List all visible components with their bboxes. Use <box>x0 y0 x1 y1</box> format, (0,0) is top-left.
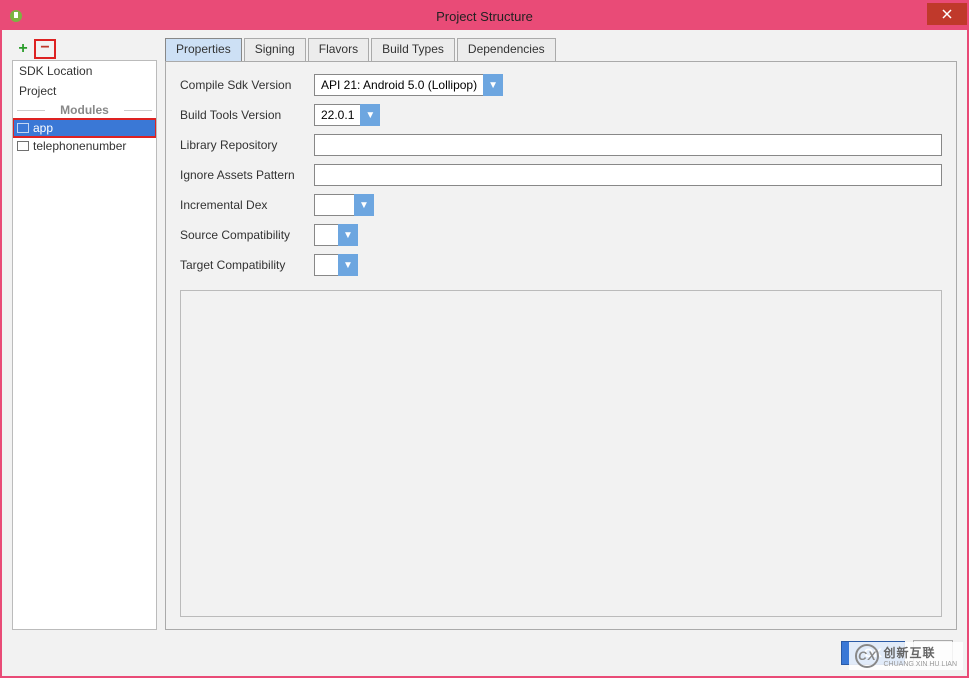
build-tools-combo[interactable]: 22.0.1 ▼ <box>314 104 380 126</box>
watermark-sub: CHUANG XIN HU LIAN <box>883 661 957 668</box>
row-build-tools: Build Tools Version 22.0.1 ▼ <box>180 104 942 126</box>
compile-sdk-label: Compile Sdk Version <box>180 78 310 92</box>
tab-signing[interactable]: Signing <box>244 38 306 62</box>
build-tools-label: Build Tools Version <box>180 108 310 122</box>
chevron-down-icon: ▼ <box>338 254 358 276</box>
row-source-compat: Source Compatibility ▼ <box>180 224 942 246</box>
dialog-footer: OK CX 创新互联 CHUANG XIN HU LIAN <box>2 630 967 676</box>
module-label: app <box>33 121 53 135</box>
compile-sdk-value: API 21: Android 5.0 (Lollipop) <box>314 74 483 96</box>
ignore-assets-input[interactable] <box>314 164 942 186</box>
row-library-repo: Library Repository <box>180 134 942 156</box>
tab-flavors[interactable]: Flavors <box>308 38 369 62</box>
library-repo-input[interactable] <box>314 134 942 156</box>
module-app[interactable]: app <box>13 119 156 137</box>
tab-dependencies[interactable]: Dependencies <box>457 38 556 62</box>
module-icon <box>17 123 29 133</box>
android-studio-icon <box>6 6 26 26</box>
watermark-logo-icon: CX <box>855 644 879 668</box>
target-compat-label: Target Compatibility <box>180 258 310 272</box>
row-incremental-dex: Incremental Dex ▼ <box>180 194 942 216</box>
incremental-dex-value <box>314 194 354 216</box>
source-compat-value <box>314 224 338 246</box>
main-panel: Properties Signing Flavors Build Types D… <box>165 38 957 630</box>
sidebar: + − SDK Location Project Modules app tel… <box>12 38 157 630</box>
incremental-dex-label: Incremental Dex <box>180 198 310 212</box>
module-telephonenumber[interactable]: telephonenumber <box>13 137 156 155</box>
chevron-down-icon: ▼ <box>483 74 503 96</box>
sidebar-section-modules: Modules <box>13 101 156 119</box>
properties-panel: Compile Sdk Version API 21: Android 5.0 … <box>165 61 957 630</box>
close-button[interactable] <box>927 3 967 25</box>
watermark-text: 创新互联 <box>883 646 935 660</box>
tab-build-types[interactable]: Build Types <box>371 38 455 62</box>
source-compat-label: Source Compatibility <box>180 228 310 242</box>
row-compile-sdk: Compile Sdk Version API 21: Android 5.0 … <box>180 74 942 96</box>
tab-properties[interactable]: Properties <box>165 38 242 62</box>
sidebar-toolbar: + − <box>12 38 157 60</box>
sidebar-list: SDK Location Project Modules app telepho… <box>12 60 157 630</box>
tab-bar: Properties Signing Flavors Build Types D… <box>165 38 957 62</box>
module-icon <box>17 141 29 151</box>
project-structure-window: Project Structure + − SDK Location Proje… <box>0 0 969 678</box>
ignore-assets-label: Ignore Assets Pattern <box>180 168 310 182</box>
compile-sdk-combo[interactable]: API 21: Android 5.0 (Lollipop) ▼ <box>314 74 503 96</box>
sidebar-item-project[interactable]: Project <box>13 81 156 101</box>
row-target-compat: Target Compatibility ▼ <box>180 254 942 276</box>
chevron-down-icon: ▼ <box>354 194 374 216</box>
add-module-button[interactable]: + <box>14 40 32 58</box>
sidebar-item-sdk-location[interactable]: SDK Location <box>13 61 156 81</box>
watermark: CX 创新互联 CHUANG XIN HU LIAN <box>849 642 963 670</box>
empty-detail-area <box>180 290 942 617</box>
library-repo-label: Library Repository <box>180 138 310 152</box>
row-ignore-assets: Ignore Assets Pattern <box>180 164 942 186</box>
remove-module-button[interactable]: − <box>34 39 56 59</box>
module-label: telephonenumber <box>33 139 126 153</box>
target-compat-combo[interactable]: ▼ <box>314 254 358 276</box>
dialog-body: + − SDK Location Project Modules app tel… <box>2 30 967 630</box>
build-tools-value: 22.0.1 <box>314 104 360 126</box>
titlebar: Project Structure <box>2 2 967 30</box>
chevron-down-icon: ▼ <box>360 104 380 126</box>
window-title: Project Structure <box>436 9 533 24</box>
chevron-down-icon: ▼ <box>338 224 358 246</box>
source-compat-combo[interactable]: ▼ <box>314 224 358 246</box>
incremental-dex-combo[interactable]: ▼ <box>314 194 374 216</box>
target-compat-value <box>314 254 338 276</box>
